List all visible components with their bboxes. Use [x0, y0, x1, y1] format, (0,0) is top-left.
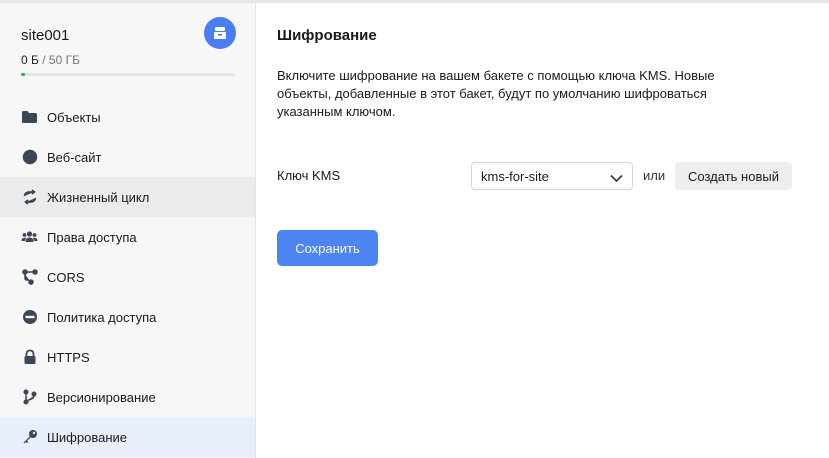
sidebar-item-label: Шифрование	[47, 429, 127, 445]
bucket-icon[interactable]	[204, 17, 236, 49]
kms-key-selected-value: kms-for-site	[481, 168, 549, 184]
sidebar-item-versioning[interactable]: Версионирование	[0, 377, 255, 417]
bucket-usage: 0 Б / 50 ГБ	[21, 53, 80, 67]
sidebar-item-encryption[interactable]: Шифрование	[0, 417, 255, 457]
sidebar-item-label: Версионирование	[47, 389, 156, 405]
globe-icon	[21, 149, 38, 166]
sidebar-menu: Объекты Веб-сайт Жизненный цикл Права до…	[0, 97, 255, 457]
cors-icon	[21, 269, 38, 286]
page-description: Включите шифрование на вашем бакете с по…	[277, 68, 715, 119]
sidebar-item-label: Права доступа	[47, 229, 137, 245]
key-icon	[21, 429, 38, 446]
bucket-used: 0 Б	[21, 53, 39, 67]
minus-circle-icon	[21, 309, 38, 326]
or-text: или	[643, 168, 666, 183]
sidebar-item-label: HTTPS	[47, 349, 90, 365]
create-new-key-button[interactable]: Создать новый	[675, 162, 792, 190]
sidebar-item-label: Веб-сайт	[47, 149, 102, 165]
sidebar-item-cors[interactable]: CORS	[0, 257, 255, 297]
folder-icon	[21, 109, 38, 126]
bucket-total: 50 ГБ	[48, 53, 80, 67]
branch-icon	[21, 389, 38, 406]
sidebar-item-access-rights[interactable]: Права доступа	[0, 217, 255, 257]
users-icon	[21, 229, 38, 246]
sidebar-item-lifecycle[interactable]: Жизненный цикл	[0, 177, 255, 217]
sidebar-item-label: Жизненный цикл	[47, 189, 150, 205]
sidebar-item-label: Политика доступа	[47, 309, 157, 325]
kms-key-select[interactable]: kms-for-site	[471, 162, 633, 190]
usage-progress-fill	[21, 73, 25, 76]
lock-icon	[21, 349, 38, 366]
sidebar-item-https[interactable]: HTTPS	[0, 337, 255, 377]
sidebar-item-label: CORS	[47, 269, 85, 285]
save-button[interactable]: Сохранить	[277, 230, 378, 266]
bucket-name: site001	[21, 27, 70, 44]
chevron-down-icon	[610, 171, 623, 186]
page-title: Шифрование	[277, 27, 377, 44]
usage-separator: /	[42, 53, 46, 67]
sidebar-item-access-policy[interactable]: Политика доступа	[0, 297, 255, 337]
sidebar: site001 0 Б / 50 ГБ Объекты Веб-сайт Жиз…	[0, 3, 256, 458]
sidebar-item-website[interactable]: Веб-сайт	[0, 137, 255, 177]
sidebar-item-objects[interactable]: Объекты	[0, 97, 255, 137]
kms-key-label: Ключ KMS	[277, 168, 341, 183]
sidebar-item-label: Объекты	[47, 109, 101, 125]
usage-progress-bar	[21, 73, 235, 76]
cycle-icon	[21, 189, 38, 206]
